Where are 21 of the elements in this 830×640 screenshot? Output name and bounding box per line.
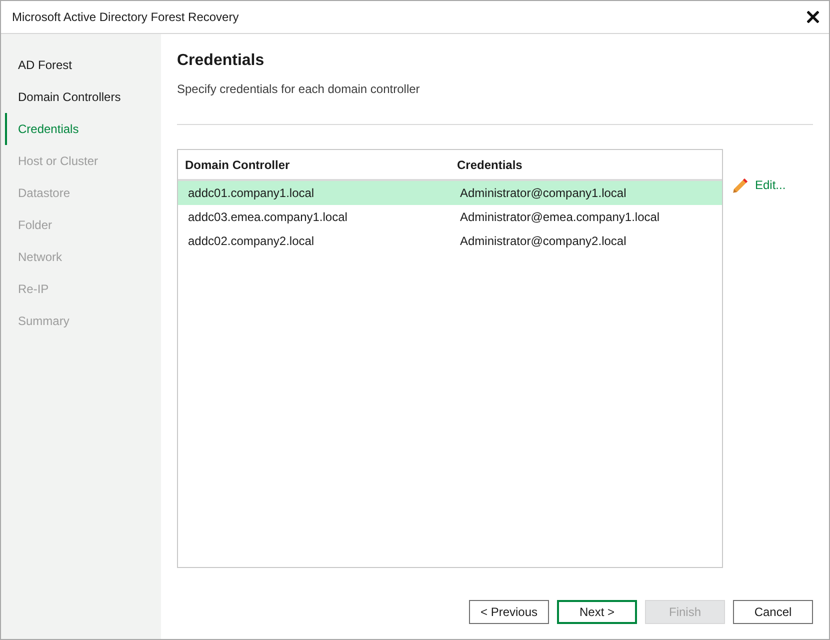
- edit-link[interactable]: Edit...: [732, 176, 786, 194]
- table-cell-text: Administrator@emea.company1.local: [459, 209, 661, 226]
- table-cell-text: addc02.company2.local: [187, 233, 316, 250]
- table-cell-text: Administrator@company1.local: [459, 185, 628, 202]
- window-title: Microsoft Active Directory Forest Recovery: [12, 9, 239, 26]
- table-cell-text: Administrator@company2.local: [459, 233, 628, 250]
- page-description: Specify credentials for each domain controller: [177, 81, 420, 97]
- page-title: Credentials: [177, 51, 264, 71]
- close-icon[interactable]: [807, 11, 819, 23]
- step-item[interactable]: Domain Controllers: [5, 81, 161, 113]
- pencil-icon: [732, 176, 749, 194]
- wizard-button[interactable]: Next >: [557, 600, 637, 624]
- wizard-button[interactable]: < Previous: [469, 600, 549, 624]
- step-item[interactable]: AD Forest: [5, 49, 161, 81]
- table-row[interactable]: addc01.company1.local Administrator@company1.local: [178, 181, 722, 205]
- table-cell-text: addc03.emea.company1.local: [187, 209, 348, 226]
- column-header[interactable]: Credentials: [450, 150, 722, 179]
- table-cell-text: addc01.company1.local: [187, 185, 316, 202]
- wizard-button[interactable]: Cancel: [733, 600, 813, 624]
- step-item[interactable]: Credentials: [5, 113, 161, 145]
- column-header[interactable]: Domain Controller: [178, 150, 450, 179]
